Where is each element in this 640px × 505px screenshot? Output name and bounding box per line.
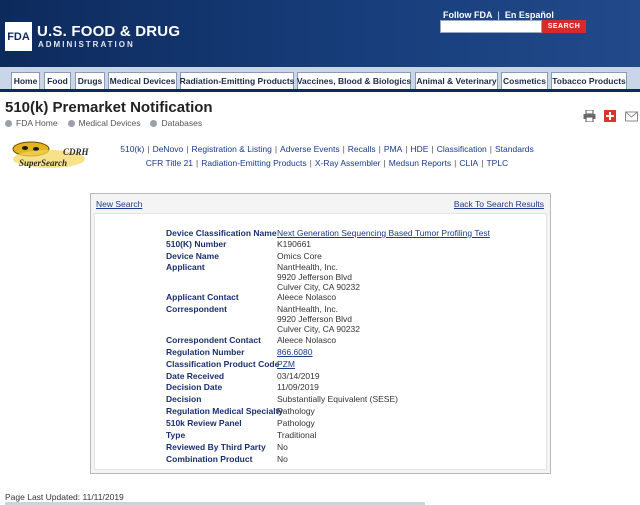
correspondent-line: NantHealth, Inc. bbox=[277, 304, 338, 314]
links-row-2: CFR Title 21 | Radiation-Emitting Products… bbox=[145, 158, 509, 168]
link-recalls[interactable]: Recalls bbox=[348, 144, 376, 154]
field-label: 510(K) Number bbox=[166, 239, 227, 249]
record-detail-panel: Device Classification Name Next Generati… bbox=[94, 213, 547, 470]
correspondent-line: 9920 Jefferson Blvd bbox=[277, 314, 352, 324]
field-label: Applicant Contact bbox=[166, 292, 239, 302]
link-clia[interactable]: CLIA bbox=[459, 158, 478, 168]
field-label: 510k Review Panel bbox=[166, 418, 242, 428]
breadcrumb-fda-home[interactable]: FDA Home bbox=[16, 118, 58, 128]
product-code-link[interactable]: PZM bbox=[277, 359, 295, 370]
applicant-line: Culver City, CA 90232 bbox=[277, 282, 360, 292]
field-value: Aleece Nolasco bbox=[277, 292, 337, 302]
result-box: New Search Back To Search Results Device… bbox=[90, 193, 551, 474]
page-tools bbox=[583, 110, 638, 122]
field-label: Device Name bbox=[166, 251, 219, 261]
link-classification[interactable]: Classification bbox=[437, 144, 487, 154]
field-label: Regulation Medical Specialty bbox=[166, 406, 284, 416]
link-adverse-events[interactable]: Adverse Events bbox=[280, 144, 340, 154]
email-icon[interactable] bbox=[625, 110, 638, 122]
link-xray-assembler[interactable]: X-Ray Assembler bbox=[315, 158, 381, 168]
nav-tab-radiation-emitting-products[interactable]: Radiation-Emitting Products bbox=[180, 72, 294, 89]
site-search-input[interactable] bbox=[440, 20, 542, 33]
field-value: Traditional bbox=[277, 430, 317, 440]
breadcrumb-databases[interactable]: Databases bbox=[161, 118, 202, 128]
field-label: Applicant bbox=[166, 262, 205, 272]
nav-tab-drugs[interactable]: Drugs bbox=[75, 72, 105, 89]
field-value: 03/14/2019 bbox=[277, 371, 320, 381]
field-label: Decision Date bbox=[166, 382, 223, 392]
field-value: Aleece Nolasco bbox=[277, 335, 337, 345]
follow-fda-link[interactable]: Follow FDA bbox=[443, 10, 493, 20]
field-label: Correspondent bbox=[166, 304, 227, 314]
device-classification-name-link[interactable]: Next Generation Sequencing Based Tumor P… bbox=[277, 228, 490, 239]
utility-links: Follow FDA | En Español bbox=[443, 10, 554, 20]
agency-subtitle: ADMINISTRATION bbox=[38, 40, 135, 49]
field-label: Type bbox=[166, 430, 186, 440]
page-title: 510(k) Premarket Notification bbox=[5, 99, 213, 116]
correspondent-line: Culver City, CA 90232 bbox=[277, 324, 360, 334]
en-espanol-link[interactable]: En Español bbox=[505, 10, 554, 20]
agency-name[interactable]: U.S. FOOD & DRUG bbox=[37, 23, 180, 40]
new-search-link[interactable]: New Search bbox=[96, 199, 142, 209]
field-label: Date Received bbox=[166, 371, 225, 381]
cdrh-logo-line1: CDRH bbox=[63, 147, 89, 157]
fda-logo[interactable]: FDA bbox=[5, 22, 32, 51]
share-plus-icon[interactable] bbox=[604, 110, 617, 122]
nav-tab-vaccines-blood-biologics[interactable]: Vaccines, Blood & Biologics bbox=[297, 72, 411, 89]
links-row-1: 510(k) | DeNovo | Registration & Listing | Adv… bbox=[120, 144, 534, 154]
main-nav: Home Food Drugs Medical Devices Radiatio… bbox=[0, 67, 640, 92]
link-510k[interactable]: 510(k) bbox=[120, 144, 144, 154]
field-value: Substantially Equivalent (SESE) bbox=[277, 394, 398, 404]
link-cfr-title-21[interactable]: CFR Title 21 bbox=[146, 158, 193, 168]
print-icon[interactable] bbox=[583, 110, 596, 122]
link-tplc[interactable]: TPLC bbox=[486, 158, 508, 168]
field-value: No bbox=[277, 442, 288, 452]
field-value: Pathology bbox=[277, 406, 315, 416]
field-label: Classification Product Code bbox=[166, 359, 280, 369]
bullet-icon bbox=[67, 119, 75, 127]
bullet-icon bbox=[5, 119, 12, 127]
link-denovo[interactable]: DeNovo bbox=[153, 144, 184, 154]
nav-tab-food[interactable]: Food bbox=[44, 72, 71, 89]
breadcrumb: FDA Home Medical Devices Databases bbox=[5, 118, 212, 128]
breadcrumb-medical-devices[interactable]: Medical Devices bbox=[79, 118, 141, 128]
page-root: FDA U.S. FOOD & DRUG ADMINISTRATION Foll… bbox=[0, 0, 640, 505]
field-value: 11/09/2019 bbox=[277, 382, 319, 392]
field-value: Pathology bbox=[277, 418, 315, 428]
nav-tab-home[interactable]: Home bbox=[11, 72, 40, 89]
applicant-line: 9920 Jefferson Blvd bbox=[277, 272, 352, 282]
site-header: FDA U.S. FOOD & DRUG ADMINISTRATION Foll… bbox=[0, 0, 640, 67]
field-value: K190661 bbox=[277, 239, 312, 249]
field-label: Combination Product bbox=[166, 454, 253, 464]
link-hde[interactable]: HDE bbox=[411, 144, 429, 154]
field-value: Omics Core bbox=[277, 251, 322, 261]
regulation-number-link[interactable]: 866.6080 bbox=[277, 347, 312, 358]
field-label: Regulation Number bbox=[166, 347, 245, 357]
search-button[interactable]: SEARCH bbox=[542, 20, 586, 33]
link-pma[interactable]: PMA bbox=[384, 144, 402, 154]
back-to-results-link[interactable]: Back To Search Results bbox=[454, 199, 544, 209]
nav-tab-medical-devices[interactable]: Medical Devices bbox=[108, 72, 177, 89]
field-label: Correspondent Contact bbox=[166, 335, 261, 345]
field-label: Decision bbox=[166, 394, 202, 404]
link-medsun-reports[interactable]: Medsun Reports bbox=[389, 158, 451, 168]
nav-tab-animal-veterinary[interactable]: Animal & Veterinary bbox=[415, 72, 498, 89]
cdrh-logo-line2: SuperSearch bbox=[19, 158, 67, 168]
database-links: 510(k) | DeNovo | Registration & Listing | Adv… bbox=[92, 142, 562, 170]
field-value: No bbox=[277, 454, 288, 464]
link-registration-listing[interactable]: Registration & Listing bbox=[192, 144, 272, 154]
page-last-updated: Page Last Updated: 11/11/2019 bbox=[5, 492, 124, 502]
nav-tab-cosmetics[interactable]: Cosmetics bbox=[501, 72, 548, 89]
field-label: Reviewed By Third Party bbox=[166, 442, 266, 452]
link-standards[interactable]: Standards bbox=[495, 144, 534, 154]
nav-tab-tobacco-products[interactable]: Tobacco Products bbox=[551, 72, 627, 89]
bullet-icon bbox=[150, 119, 158, 127]
applicant-line: NantHealth, Inc. bbox=[277, 262, 338, 272]
link-radiation-emitting-products[interactable]: Radiation-Emitting Products bbox=[201, 158, 306, 168]
field-label: Device Classification Name bbox=[166, 228, 277, 238]
cdrh-supersearch-logo[interactable]: CDRH SuperSearch bbox=[9, 139, 89, 171]
